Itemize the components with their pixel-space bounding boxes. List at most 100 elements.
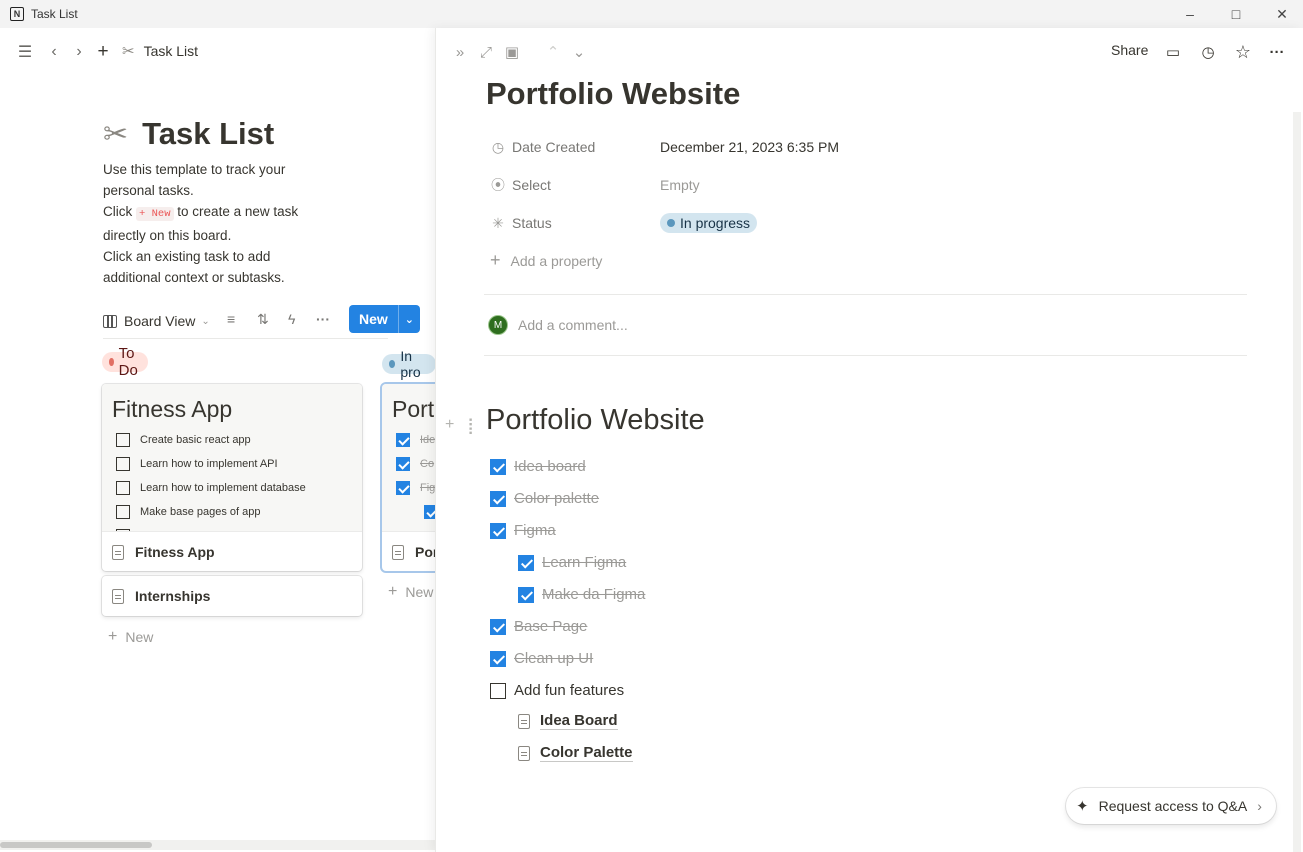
checkbox-checked	[396, 481, 410, 495]
vertical-scrollbar[interactable]	[1293, 112, 1301, 852]
scissors-icon[interactable]: ✂	[103, 117, 128, 152]
checkbox-checked[interactable]	[490, 618, 506, 635]
chevron-up-icon[interactable]: ⌃	[542, 41, 564, 63]
status-loader-icon: ✳	[492, 214, 504, 231]
expand-icon[interactable]: ⤢	[475, 41, 497, 63]
favorite-star-icon[interactable]: ☆	[1232, 41, 1254, 63]
request-qa-button[interactable]: ✦ Request access to Q&A ›	[1066, 788, 1276, 824]
side-peek-icon[interactable]: ▣	[501, 41, 523, 63]
checkbox-checked	[396, 433, 410, 447]
preview-task: Fig	[396, 481, 435, 495]
chevron-down-icon[interactable]: ⌄	[397, 305, 420, 333]
checkbox-checked[interactable]	[518, 586, 534, 603]
chevron-down-icon: ⌄	[201, 315, 210, 327]
preview-task	[424, 505, 436, 519]
sort-icon[interactable]: ⇅	[257, 311, 269, 328]
todo-item[interactable]: Add fun features	[490, 682, 624, 699]
peek-page-title[interactable]: Portfolio Website	[486, 76, 740, 112]
board-card-internships[interactable]: Internships	[102, 576, 362, 616]
add-block-plus-icon[interactable]: +	[445, 416, 454, 434]
page-icon	[518, 745, 530, 761]
board-view-icon	[103, 314, 117, 328]
view-toolbar: Board View ⌄ ≡ ⇅ ϟ ··· New ⌄	[103, 305, 433, 337]
todo-item[interactable]: Learn Figma	[518, 554, 626, 571]
property-status[interactable]: ✳ Status In progress	[490, 211, 758, 235]
todo-item[interactable]: Clean up UI	[490, 650, 593, 667]
new-button[interactable]: New ⌄	[349, 305, 420, 333]
drag-handle-icon[interactable]: ⡇	[467, 416, 479, 436]
column-header-in-progress[interactable]: In pro	[382, 348, 436, 380]
checkbox-checked	[424, 505, 436, 519]
new-page-icon[interactable]: +	[92, 41, 114, 63]
card-title: Fitness App	[112, 544, 215, 560]
back-icon[interactable]: ‹	[43, 41, 65, 63]
property-value: December 21, 2023 6:35 PM	[660, 139, 839, 155]
checkbox-checked[interactable]	[490, 490, 506, 507]
maximize-icon[interactable]: □	[1213, 0, 1259, 28]
todo-item[interactable]: Make da Figma	[518, 586, 645, 603]
preview-task: Learn how to implement API	[116, 457, 278, 471]
todo-item[interactable]: Color palette	[490, 490, 599, 507]
todo-label: Color palette	[514, 490, 600, 507]
todo-label: Learn Figma	[542, 554, 627, 571]
todo-item[interactable]: Idea board	[490, 458, 586, 475]
comment-icon[interactable]: ▭	[1162, 41, 1184, 63]
page-title: ✂ Task List	[103, 116, 274, 152]
status-dot	[389, 360, 396, 368]
checkbox[interactable]	[490, 682, 506, 699]
preview-task: Learn how to implement database	[116, 481, 306, 495]
checkbox	[116, 481, 130, 495]
clock-icon: ◷	[491, 138, 505, 155]
checkbox-checked[interactable]	[490, 458, 506, 475]
close-icon[interactable]: ✕	[1259, 0, 1303, 28]
add-new-label: New	[125, 629, 154, 645]
add-new-card-button[interactable]: + New	[108, 628, 153, 646]
board-card-fitness[interactable]: Fitness App Create basic react app Learn…	[102, 384, 362, 571]
preview-task	[116, 529, 140, 531]
checkbox-checked	[396, 457, 410, 471]
column-header-todo[interactable]: To Do 2	[102, 345, 149, 379]
checkbox-checked[interactable]	[490, 650, 506, 667]
card-preview: Fitness App Create basic react app Learn…	[102, 384, 362, 532]
checkbox-checked[interactable]	[518, 554, 534, 571]
subpage-link-color-palette[interactable]: Color Palette	[518, 744, 633, 762]
page-title-text[interactable]: Task List	[142, 116, 274, 152]
comment-input[interactable]: M Add a comment...	[488, 315, 628, 335]
peek-panel: » ⤢ ▣ ⌃ ⌄ Share ▭ ◷ ☆ ··· Portfolio Webs…	[436, 28, 1303, 852]
add-property-button[interactable]: + Add a property	[490, 250, 602, 271]
column-label: In pro	[400, 348, 421, 380]
property-name: Date Created	[512, 139, 596, 155]
todo-item[interactable]: Base Page	[490, 618, 587, 635]
more-icon[interactable]: ···	[316, 311, 330, 327]
minimize-icon[interactable]: –	[1167, 0, 1213, 28]
property-date-created[interactable]: ◷ Date Created December 21, 2023 6:35 PM	[490, 135, 839, 159]
card-title-label: Por	[415, 544, 436, 560]
property-value[interactable]: Empty	[660, 177, 700, 193]
forward-icon[interactable]: ›	[68, 41, 90, 63]
view-tab-board[interactable]: Board View ⌄	[103, 313, 210, 329]
sidebar-menu-icon[interactable]: ☰	[14, 41, 36, 63]
close-peek-icon[interactable]: »	[449, 41, 471, 63]
breadcrumb[interactable]: ✂ Task List	[122, 42, 198, 60]
checkbox	[116, 457, 130, 471]
add-new-card-button[interactable]: + New	[388, 583, 433, 601]
board-card-portfolio[interactable]: Port Ide Co Fig Por	[382, 384, 436, 571]
inline-code: + New	[136, 207, 174, 221]
property-select[interactable]: ⦿ Select Empty	[490, 173, 700, 197]
share-button[interactable]: Share	[1111, 42, 1148, 58]
todo-label: Add fun features	[514, 682, 625, 699]
todo-item[interactable]: Figma	[490, 522, 556, 539]
checkbox-checked[interactable]	[490, 522, 506, 539]
chevron-down-icon[interactable]: ⌄	[568, 41, 590, 63]
scrollbar-thumb[interactable]	[0, 842, 152, 848]
subpage-link-idea-board[interactable]: Idea Board	[518, 712, 618, 730]
plus-icon: +	[388, 583, 398, 600]
horizontal-scrollbar[interactable]	[0, 840, 436, 850]
more-icon[interactable]: ···	[1266, 41, 1288, 63]
heading-block[interactable]: Portfolio Website	[486, 404, 705, 437]
status-pill-in-progress[interactable]: In progress	[660, 213, 758, 233]
automation-bolt-icon[interactable]: ϟ	[288, 311, 295, 327]
history-clock-icon[interactable]: ◷	[1197, 41, 1219, 63]
filter-icon[interactable]: ≡	[227, 311, 235, 327]
preview-task-label: Make base pages of app	[140, 506, 261, 518]
